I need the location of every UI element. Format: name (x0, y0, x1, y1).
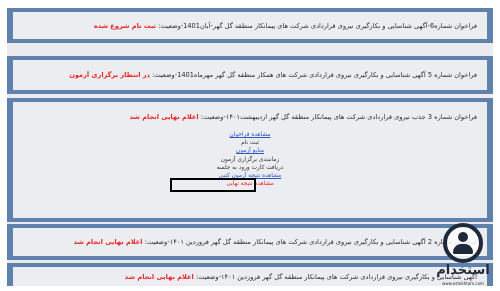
row-divider (13, 263, 487, 267)
highlight-box (170, 178, 256, 192)
announcement-text: آگهی شناسایی و بکارگیری نیروی قراردادی ش… (125, 273, 477, 281)
announcement-text: فراخوان شماره 5 آگهی شناسایی و بکارگیری … (69, 71, 477, 79)
row-divider (13, 39, 487, 43)
announcement-status: اعلام نهایی انجام شد (124, 273, 194, 281)
exam-sources-link[interactable]: منابع آزمون (7, 147, 493, 155)
announcement-text: فراخوان شماره6-آگهی شناسایی و بکارگیری ن… (94, 22, 477, 30)
row-divider (13, 224, 487, 228)
register-link[interactable]: ثبت نام (7, 139, 493, 147)
announcement-text: فراخوان شماره 2 آگهی شناسایی و بکارگیری … (73, 238, 478, 246)
magnifier-icon (443, 223, 483, 263)
announcement-status: در انتظار برگزاری آزمون (69, 71, 150, 79)
row-divider (13, 256, 487, 260)
announcement-title: فراخوان شماره 5 آگهی شناسایی و بکارگیری … (152, 71, 477, 79)
announcement-status: ثبت نام شروع شده (93, 22, 157, 30)
row-divider (13, 56, 487, 60)
announcement-title: فراخوان شماره 2 آگهی شناسایی و بکارگیری … (144, 238, 477, 246)
announcement-title: فراخوان شماره6-آگهی شناسایی و بکارگیری ن… (158, 22, 477, 30)
user-body-icon (453, 244, 473, 254)
logo-name: استخدام (436, 263, 490, 278)
row-divider (13, 90, 487, 94)
announcement-row-6[interactable]: فراخوان شماره6-آگهی شناسایی و بکارگیری ن… (7, 8, 493, 43)
row-divider (13, 218, 487, 222)
announcement-row-5[interactable]: فراخوان شماره 5 آگهی شناسایی و بکارگیری … (7, 56, 493, 94)
view-call-link[interactable]: مشاهده فراخوان (7, 131, 493, 139)
announcement-title: فراخوان شماره 3 جذب نیروی قراردادی شرکت … (200, 113, 477, 121)
user-head-icon (458, 232, 468, 242)
announcement-row-1[interactable]: آگهی شناسایی و بکارگیری نیروی قراردادی ش… (7, 263, 493, 286)
exam-schedule-link[interactable]: زمانبندی برگزاری آزمون (7, 156, 493, 164)
announcement-status: اعلام نهایی انجام شد (129, 113, 199, 121)
logo-url: www.estekhtam.com (442, 281, 484, 286)
announcement-row-2[interactable]: فراخوان شماره 2 آگهی شناسایی و بکارگیری … (7, 224, 493, 260)
row-divider (13, 8, 487, 12)
announcements-panel: فراخوان شماره6-آگهی شناسایی و بکارگیری ن… (7, 8, 493, 286)
exam-card-link[interactable]: دریافت کارت ورود به جلسه (7, 164, 493, 172)
announcement-status: اعلام نهایی انجام شد (73, 238, 143, 246)
row-divider (13, 98, 487, 102)
announcement-text: فراخوان شماره 3 جذب نیروی قراردادی شرکت … (130, 113, 477, 121)
estekhtam-logo: استخدام www.estekhtam.com (432, 223, 494, 289)
